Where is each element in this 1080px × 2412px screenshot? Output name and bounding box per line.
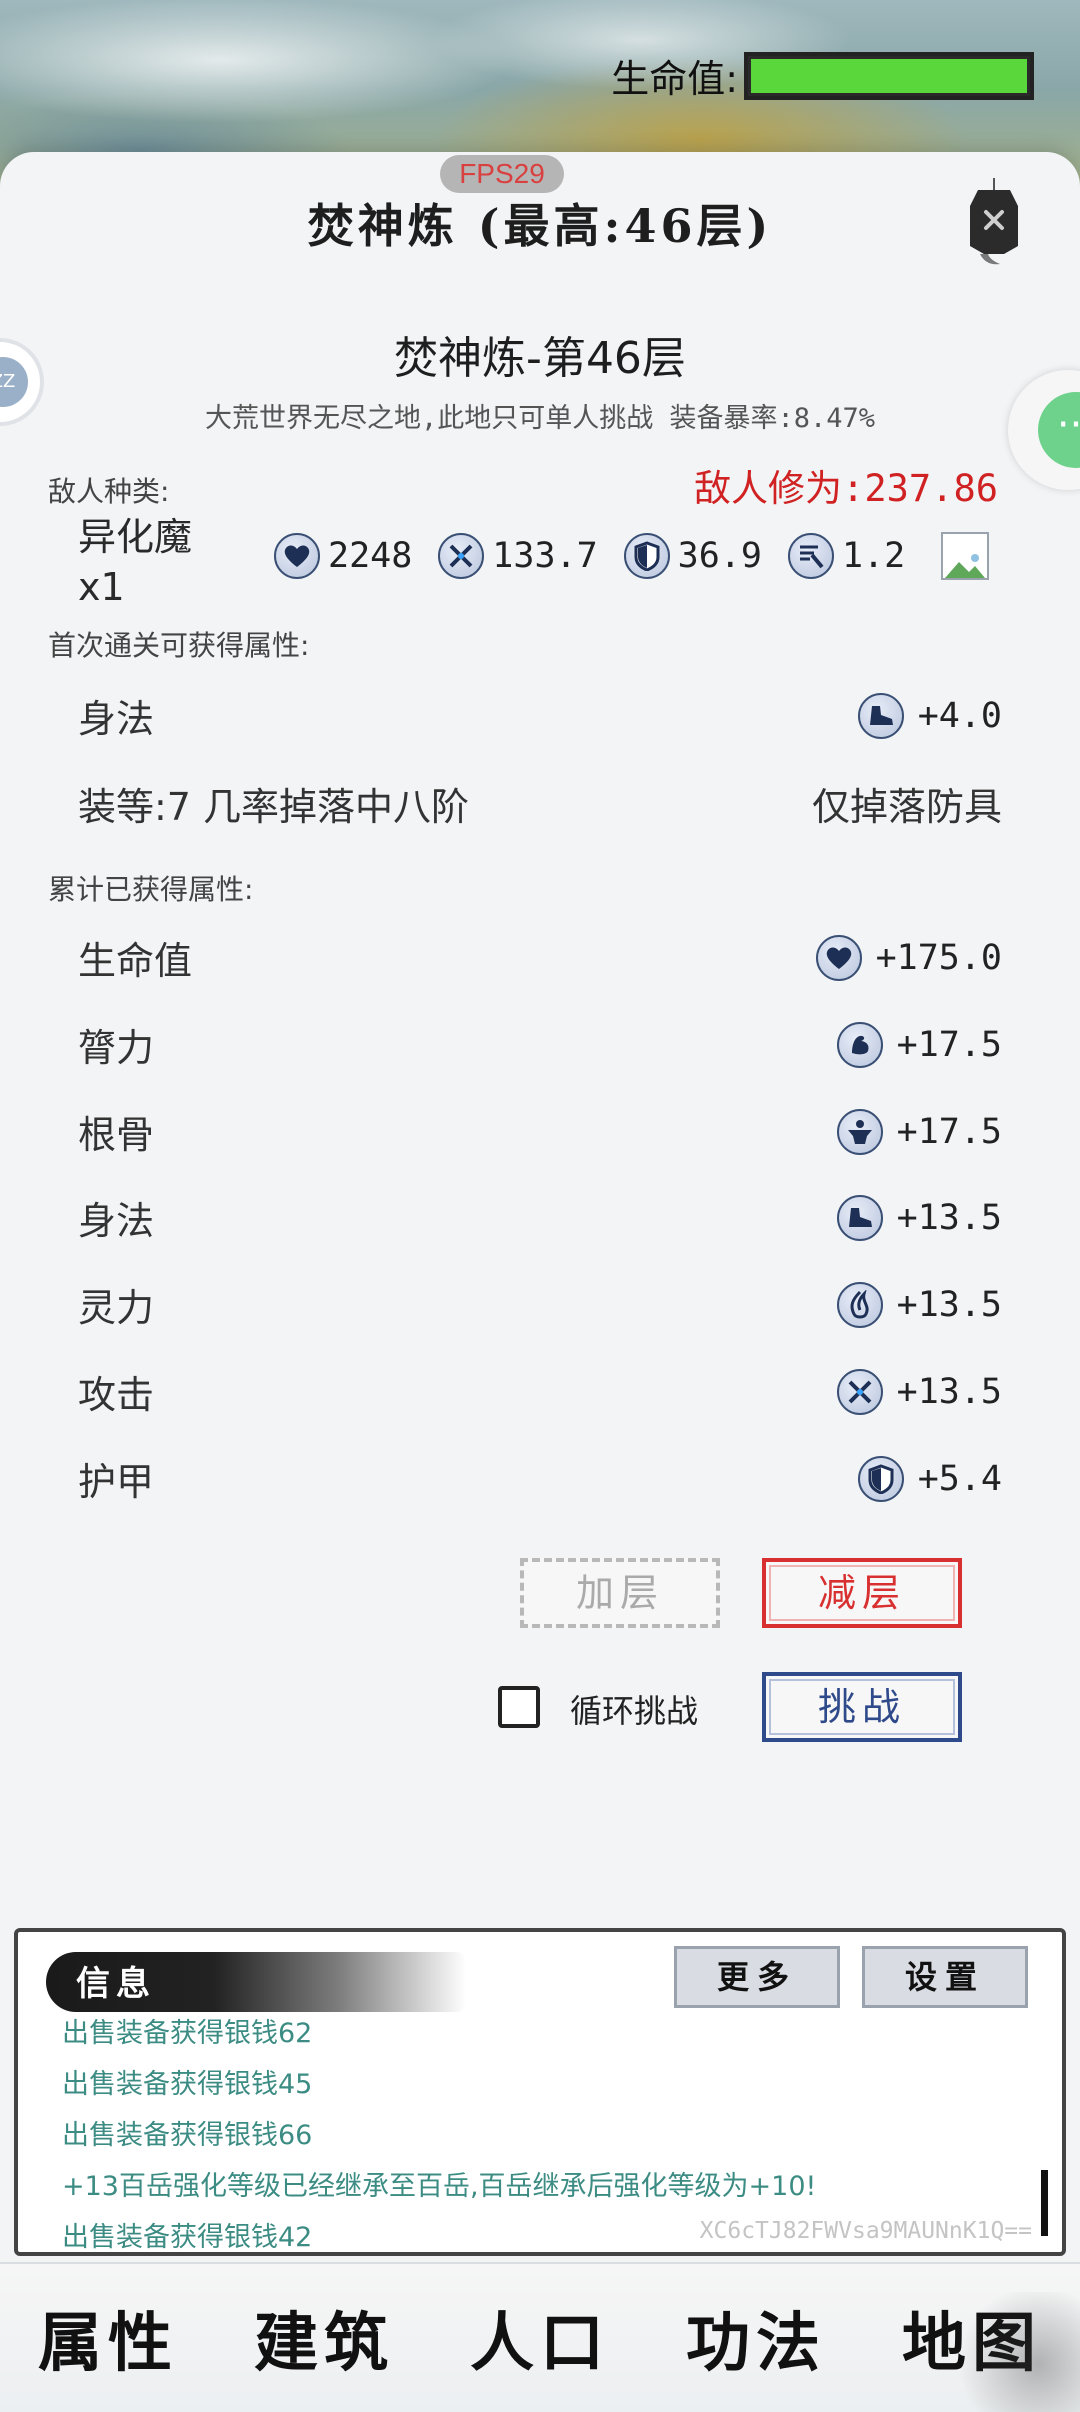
acc-stat-name: 生命值 (78, 939, 193, 983)
accumulated-label: 累计已获得属性: (48, 873, 254, 906)
heart-icon (274, 533, 320, 579)
page-title: 焚神炼 (最高:46层) (307, 199, 773, 253)
enemy-attack-value: 133.7 (492, 536, 598, 576)
enemy-stat-armor: 36.9 (623, 533, 762, 579)
enemy-hp-value: 2248 (328, 536, 413, 576)
drop-type-text: 仅掉落防具 (811, 785, 1002, 829)
drop-rate-text: 装等:7 几率掉落中八阶 (78, 785, 470, 829)
floor-title: 焚神炼-第46层 (394, 333, 686, 384)
enemy-armor-value: 36.9 (677, 536, 762, 576)
acc-row-attack: 攻击 +13.5 (78, 1364, 1002, 1419)
session-id: XC6cTJ82FWVsa9MAUNnK1Q== (699, 2218, 1032, 2244)
shield-icon (623, 533, 670, 579)
loop-challenge-checkbox[interactable] (498, 1686, 540, 1728)
first-clear-stat-name: 身法 (78, 697, 155, 741)
enemy-count: x1 (78, 565, 125, 609)
acc-row-constitution: 根骨 +17.5 (78, 1104, 1002, 1159)
boot-icon (836, 1194, 883, 1241)
enemy-stat-hp: 2248 (274, 533, 412, 579)
enemy-stats: 2248 133.7 36.9 1.2 (274, 532, 990, 580)
fps-badge: FPS29 (440, 155, 564, 193)
add-floor-button[interactable]: 加层 (520, 1558, 720, 1628)
body-icon (836, 1108, 883, 1155)
info-panel: 信息 更多 设置 出售装备获得银钱62 出售装备获得银钱45 出售装备获得银钱6… (14, 1928, 1066, 2256)
acc-row-hp: 生命值 +175.0 (78, 930, 1002, 985)
acc-row-strength: 膂力 +17.5 (78, 1017, 1002, 1072)
settings-button[interactable]: 设置 (862, 1946, 1028, 2008)
acc-stat-value: +13.5 (896, 1371, 1002, 1412)
first-clear-stat-value: +4.0 (917, 695, 1002, 736)
enemy-type-label: 敌人种类: (48, 475, 170, 508)
enemy-image-icon[interactable] (941, 532, 990, 580)
close-tag-icon[interactable] (960, 176, 1028, 268)
heart-icon (815, 934, 862, 981)
nav-item-attributes[interactable]: 属性 (8, 2292, 208, 2384)
spirit-icon (836, 1281, 883, 1328)
log-line: +13百岳强化等级已经继承至百岳,百岳继承后强化等级为+10! (62, 2171, 817, 2202)
floor-subtitle: 大荒世界无尽之地,此地只可单人挑战 装备暴率:8.47% (204, 403, 876, 434)
acc-row-armor: 护甲 +5.4 (78, 1451, 1002, 1506)
acc-stat-name: 灵力 (78, 1286, 155, 1330)
nav-item-buildings[interactable]: 建筑 (224, 2292, 424, 2384)
acc-stat-value: +13.5 (896, 1197, 1002, 1238)
acc-stat-name: 身法 (78, 1199, 155, 1243)
hp-label: 生命值: (611, 57, 738, 101)
nav-item-skills[interactable]: 功法 (656, 2292, 856, 2384)
loop-challenge-label: 循环挑战 (570, 1692, 699, 1730)
shield-icon (857, 1455, 904, 1502)
enemy-name-text: 异化魔 (78, 515, 193, 559)
muscle-icon (836, 1021, 883, 1068)
acc-stat-name: 攻击 (78, 1373, 155, 1417)
hp-bar-fill (751, 58, 1027, 93)
nav-item-population[interactable]: 人口 (440, 2292, 640, 2384)
first-clear-row: 身法 +4.0 (78, 688, 1002, 743)
enemy-power: 敌人修为:237.86 (694, 467, 998, 510)
sword-icon (438, 533, 485, 579)
log-line: 出售装备获得银钱62 (62, 2018, 313, 2049)
reduce-floor-button[interactable]: 减层 (762, 1558, 962, 1628)
bottom-nav: 属性 建筑 人口 功法 地图 (0, 2262, 1080, 2412)
hp-display: 生命值: (611, 48, 1034, 103)
acc-stat-value: +17.5 (896, 1024, 1002, 1065)
acc-row-spirit: 灵力 +13.5 (78, 1277, 1002, 1332)
challenge-button[interactable]: 挑战 (762, 1672, 962, 1742)
log-scrollbar[interactable] (1041, 2170, 1048, 2236)
more-button[interactable]: 更多 (674, 1946, 840, 2008)
ink-decoration (940, 2292, 1080, 2412)
acc-stat-name: 护甲 (78, 1460, 155, 1504)
boot-icon (857, 692, 904, 739)
acc-row-agility: 身法 +13.5 (78, 1190, 1002, 1245)
sword-icon (836, 1368, 883, 1415)
enemy-stat-speed: 1.2 (787, 533, 906, 579)
enemy-name: 异化魔 x1 (78, 512, 192, 612)
drop-info-row: 装等:7 几率掉落中八阶 仅掉落防具 (78, 776, 1002, 831)
acc-stat-value: +17.5 (896, 1111, 1002, 1152)
log-line: 出售装备获得银钱66 (62, 2120, 313, 2151)
acc-stat-value: +13.5 (896, 1284, 1002, 1325)
acc-stat-name: 膂力 (78, 1026, 155, 1070)
acc-stat-value: +175.0 (875, 937, 1002, 978)
first-clear-label: 首次通关可获得属性: (48, 629, 310, 662)
hp-bar (744, 51, 1034, 100)
enemy-speed-value: 1.2 (841, 536, 906, 576)
info-title: 信息 (76, 1964, 156, 2004)
speed-icon (787, 533, 834, 579)
acc-stat-name: 根骨 (78, 1113, 155, 1157)
enemy-stat-attack: 133.7 (438, 533, 598, 579)
log-line: 出售装备获得银钱45 (62, 2069, 313, 2100)
acc-stat-value: +5.4 (917, 1458, 1002, 1499)
